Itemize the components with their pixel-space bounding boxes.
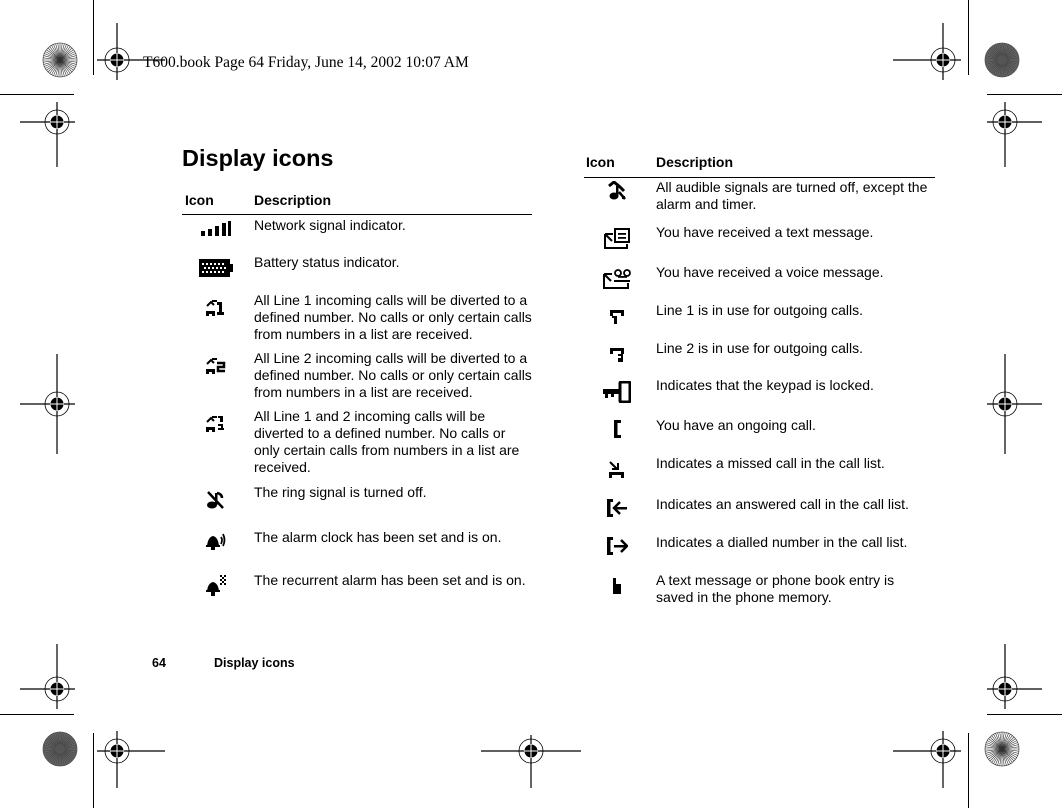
ongoing-call-icon <box>597 417 637 441</box>
battery-status-icon <box>196 256 236 280</box>
line1-outgoing-icon <box>597 305 637 329</box>
icon-description: The ring signal is turned off. <box>254 484 427 500</box>
recurrent-alarm-icon <box>196 574 236 598</box>
column-header-description: Description <box>656 154 734 170</box>
icon-description: All Line 1 and 2 incoming calls will be … <box>254 408 520 475</box>
divert-line2-icon <box>196 354 236 378</box>
page-number: 64 <box>152 656 166 670</box>
icon-description: A text message or phone book entry is sa… <box>656 572 895 605</box>
icon-description: All Line 2 incoming calls will be divert… <box>254 350 532 400</box>
line2-outgoing-icon <box>597 343 637 367</box>
icon-description: Indicates that the keypad is locked. <box>656 377 874 393</box>
icon-description: Line 2 is in use for outgoing calls. <box>656 340 864 356</box>
icon-description: You have an ongoing call. <box>656 417 816 433</box>
icon-description: Network signal indicator. <box>254 217 406 233</box>
header-rule <box>182 214 532 215</box>
missed-call-icon <box>597 457 637 481</box>
text-message-icon <box>597 227 637 251</box>
icon-description: The recurrent alarm has been set and is … <box>254 572 526 588</box>
icon-description: Indicates an answered call in the call l… <box>656 496 909 512</box>
network-signal-icon <box>196 217 236 241</box>
divert-line1-icon <box>196 296 236 320</box>
voice-message-icon <box>597 267 637 291</box>
icon-description: Indicates a dialled number in the call l… <box>656 534 908 550</box>
keypad-lock-icon <box>597 380 637 404</box>
icon-description: Line 1 is in use for outgoing calls. <box>656 302 864 318</box>
silent-mode-icon <box>597 179 637 203</box>
header-rule <box>584 177 935 178</box>
icon-description: Indicates a missed call in the call list… <box>656 455 885 471</box>
icon-description: You have received a voice message. <box>656 264 884 280</box>
answered-call-icon <box>597 496 637 520</box>
running-footer-title: Display icons <box>214 656 295 670</box>
icon-description: All audible signals are turned off, exce… <box>656 179 928 212</box>
icon-description: The alarm clock has been set and is on. <box>254 529 502 545</box>
divert-line1-2-icon <box>196 412 236 436</box>
column-header-icon: Icon <box>185 192 214 208</box>
book-slug: T600.book Page 64 Friday, June 14, 2002 … <box>143 54 469 71</box>
icon-description: Battery status indicator. <box>254 254 400 270</box>
alarm-clock-icon <box>196 529 236 553</box>
ring-off-icon <box>196 488 236 512</box>
icon-description: You have received a text message. <box>656 224 874 240</box>
column-header-icon: Icon <box>586 154 615 170</box>
column-header-description: Description <box>254 192 332 208</box>
dialled-number-icon <box>597 534 637 558</box>
page-title: Display icons <box>182 145 334 171</box>
icon-description: All Line 1 incoming calls will be divert… <box>254 292 532 342</box>
phone-memory-icon <box>597 574 637 598</box>
